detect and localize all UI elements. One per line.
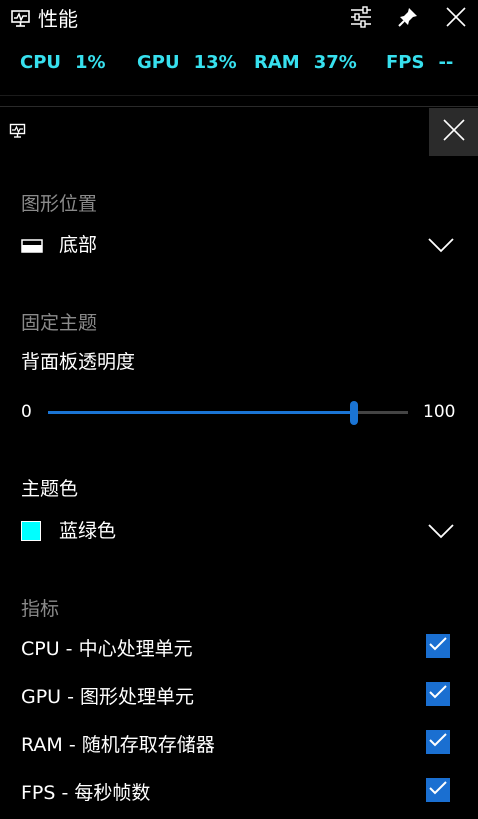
theme-color-value: 蓝绿色	[59, 520, 117, 542]
checkmark-icon	[428, 732, 448, 752]
slider-min-label: 0	[21, 402, 32, 422]
checkbox-cpu[interactable]	[426, 634, 450, 658]
graph-position-label: 图形位置	[21, 193, 98, 215]
opacity-slider-fill	[48, 411, 354, 414]
settings-button[interactable]	[345, 4, 377, 34]
checkmark-icon	[428, 780, 448, 800]
opacity-slider-thumb[interactable]	[350, 401, 358, 425]
close-icon	[445, 6, 467, 32]
close-widget-button[interactable]	[440, 4, 472, 34]
metric-ram: RAM 37%	[254, 52, 357, 73]
metric-value: --	[438, 52, 454, 73]
settings-sliders-icon	[349, 6, 373, 32]
metric-label: RAM	[254, 52, 300, 73]
checkbox-label-ram: RAM - 随机存取存储器	[21, 734, 215, 756]
theme-color-swatch	[21, 521, 41, 541]
metrics-section-label: 指标	[21, 598, 60, 620]
metric-gpu: GPU 13%	[137, 52, 237, 73]
checkbox-label-cpu: CPU - 中心处理单元	[21, 638, 193, 660]
chevron-down-icon	[427, 522, 455, 540]
performance-monitor-icon	[9, 123, 27, 139]
performance-monitor-icon	[10, 9, 32, 29]
divider	[0, 106, 478, 107]
divider	[0, 95, 478, 96]
metric-label: GPU	[137, 52, 180, 73]
theme-color-label: 主题色	[21, 478, 79, 500]
graph-position-dropdown[interactable]: 底部	[21, 230, 461, 264]
opacity-label: 背面板透明度	[21, 351, 136, 373]
chevron-down-icon	[427, 236, 455, 254]
checkbox-label-fps: FPS - 每秒帧数	[21, 782, 151, 804]
theme-color-dropdown[interactable]: 蓝绿色	[21, 516, 461, 550]
close-icon	[442, 118, 466, 146]
bottom-position-icon	[21, 238, 43, 257]
metric-fps: FPS --	[386, 52, 453, 73]
metric-label: CPU	[20, 52, 62, 73]
metric-value: 1%	[75, 52, 106, 73]
checkmark-icon	[428, 684, 448, 704]
checkbox-gpu[interactable]	[426, 682, 450, 706]
metric-label: FPS	[386, 52, 425, 73]
pin-theme-label: 固定主题	[21, 312, 98, 334]
checkmark-icon	[428, 636, 448, 656]
checkbox-ram[interactable]	[426, 730, 450, 754]
slider-max-label: 100	[423, 402, 456, 422]
pin-icon	[397, 6, 419, 32]
metric-value: 13%	[193, 52, 237, 73]
pin-button[interactable]	[392, 4, 424, 34]
checkbox-fps[interactable]	[426, 778, 450, 802]
checkbox-label-gpu: GPU - 图形处理单元	[21, 686, 195, 708]
graph-position-value: 底部	[59, 234, 98, 256]
metric-cpu: CPU 1%	[20, 52, 106, 73]
close-settings-button[interactable]	[429, 108, 478, 156]
widget-title: 性能	[38, 7, 78, 31]
metric-value: 37%	[313, 52, 357, 73]
